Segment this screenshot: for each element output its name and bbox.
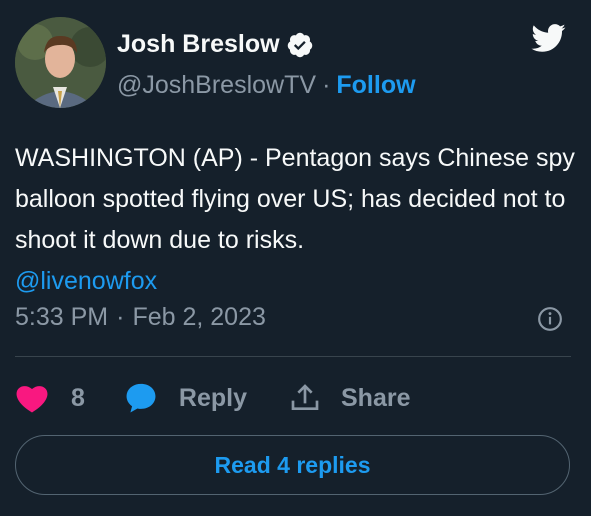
reply-bubble-icon [126, 383, 156, 413]
tweet-body: WASHINGTON (AP) - Pentagon says Chinese … [15, 144, 575, 254]
read-replies-button[interactable]: Read 4 replies [15, 435, 570, 495]
author-handle-row: @JoshBreslowTV · Follow [117, 71, 416, 100]
timestamp[interactable]: 5:33 PM · Feb 2, 2023 [15, 303, 266, 332]
divider [15, 356, 571, 357]
mention-link[interactable]: @livenowfox [15, 267, 157, 295]
author-handle[interactable]: @JoshBreslowTV [117, 71, 316, 100]
like-button[interactable]: 8 [15, 383, 85, 413]
avatar[interactable] [15, 17, 106, 108]
separator: · [116, 303, 125, 331]
verified-badge-icon [287, 32, 312, 57]
share-label: Share [341, 383, 411, 412]
author-name-row: Josh Breslow [117, 30, 314, 59]
separator: · [322, 71, 331, 99]
tweet-time[interactable]: 5:33 PM [15, 303, 108, 332]
info-icon[interactable] [537, 306, 563, 332]
reply-button[interactable]: Reply [123, 381, 247, 415]
share-icon [291, 384, 319, 410]
reply-label: Reply [178, 383, 247, 412]
tweet-text: WASHINGTON (AP) - Pentagon says Chinese … [15, 138, 575, 302]
author-name[interactable]: Josh Breslow [117, 30, 280, 59]
share-button[interactable]: Share [289, 382, 410, 414]
action-bar: 8 Reply Share [15, 376, 440, 420]
heart-icon [16, 386, 48, 413]
twitter-bird-icon[interactable] [526, 20, 570, 56]
like-count: 8 [71, 383, 85, 412]
follow-button[interactable]: Follow [336, 71, 415, 100]
tweet-date[interactable]: Feb 2, 2023 [132, 303, 265, 332]
tweet-card: Josh Breslow @JoshBreslowTV · Follow WAS… [0, 0, 591, 516]
